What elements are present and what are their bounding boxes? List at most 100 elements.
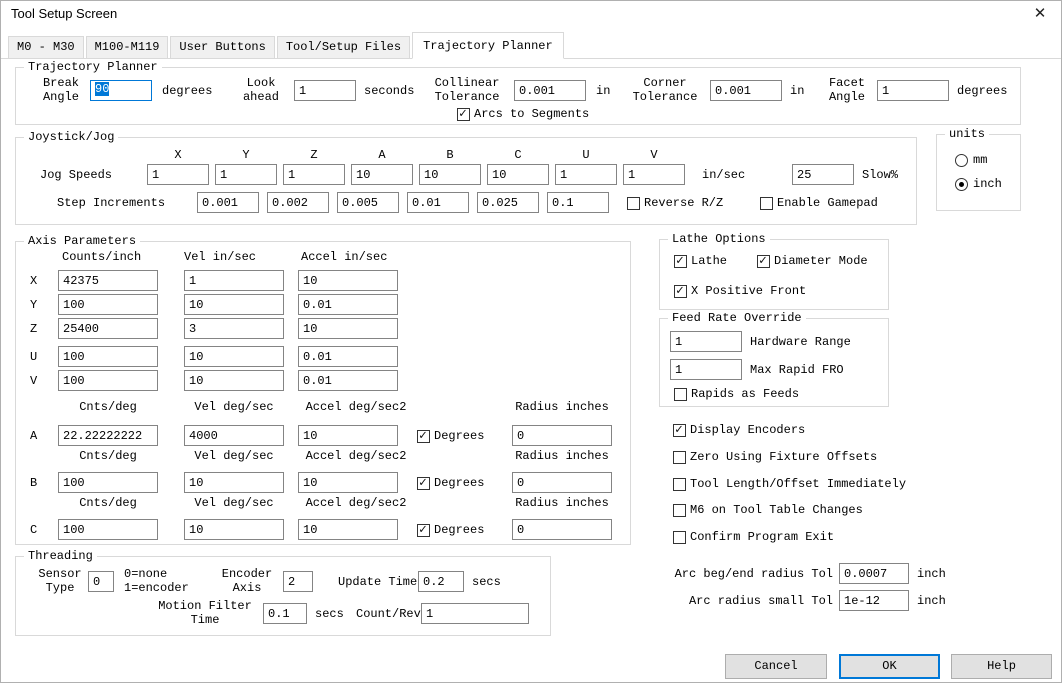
c-radius-input[interactable] [512, 519, 612, 540]
arc-radius-small-tol-input[interactable] [839, 590, 909, 611]
cnts-deg-header: Cnts/deg [79, 449, 137, 463]
c-vel-input[interactable] [184, 519, 284, 540]
checkbox-label: Arcs to Segments [474, 107, 590, 121]
slow-percent-input[interactable] [792, 164, 854, 185]
u-counts-input[interactable] [58, 346, 158, 367]
max-rapid-fro-label: Max Rapid FRO [750, 363, 844, 377]
count-rev-input[interactable] [421, 603, 529, 624]
diameter-mode-checkbox[interactable]: Diameter Mode [757, 253, 868, 268]
jog-speed-u-input[interactable] [555, 164, 617, 185]
rapids-as-feeds-checkbox[interactable]: Rapids as Feeds [674, 387, 799, 401]
z-vel-input[interactable] [184, 318, 284, 339]
v-accel-input[interactable] [298, 370, 398, 391]
cnts-deg-header: Cnts/deg [79, 496, 137, 510]
accel-degsec2-header: Accel deg/sec2 [305, 400, 407, 414]
tab-m0-m30[interactable]: M0 - M30 [8, 36, 84, 59]
update-time-unit: secs [472, 575, 501, 589]
b-radius-input[interactable] [512, 472, 612, 493]
ok-button[interactable]: OK [839, 654, 940, 679]
arc-beg-end-radius-tol-input[interactable] [839, 563, 909, 584]
b-vel-input[interactable] [184, 472, 284, 493]
break-angle-input[interactable]: 90 [90, 80, 152, 101]
facet-angle-input[interactable] [877, 80, 949, 101]
axis-header-a: A [378, 148, 386, 162]
help-button[interactable]: Help [951, 654, 1052, 679]
corner-tolerance-input[interactable] [710, 80, 782, 101]
c-accel-input[interactable] [298, 519, 398, 540]
step-increment-6-input[interactable] [547, 192, 609, 213]
display-encoders-checkbox[interactable]: Display Encoders [673, 422, 805, 437]
step-increment-5-input[interactable] [477, 192, 539, 213]
a-degrees-checkbox[interactable]: Degrees [417, 428, 484, 443]
enable-gamepad-checkbox[interactable]: Enable Gamepad [760, 196, 878, 210]
zero-using-fixture-offsets-checkbox[interactable]: Zero Using Fixture Offsets [673, 450, 877, 464]
radius-inches-header: Radius inches [515, 449, 609, 463]
b-cnts-input[interactable] [58, 472, 158, 493]
v-vel-input[interactable] [184, 370, 284, 391]
encoder-axis-input[interactable] [283, 571, 313, 592]
jog-speed-c-input[interactable] [487, 164, 549, 185]
axis-x-label: X [30, 274, 38, 288]
z-counts-input[interactable] [58, 318, 158, 339]
x-positive-front-checkbox[interactable]: X Positive Front [674, 283, 806, 298]
jog-speed-a-input[interactable] [351, 164, 413, 185]
step-increment-2-input[interactable] [267, 192, 329, 213]
m6-on-tool-table-changes-checkbox[interactable]: M6 on Tool Table Changes [673, 503, 863, 517]
look-ahead-input[interactable] [294, 80, 356, 101]
jog-speed-v-input[interactable] [623, 164, 685, 185]
confirm-program-exit-checkbox[interactable]: Confirm Program Exit [673, 530, 834, 544]
step-increment-3-input[interactable] [337, 192, 399, 213]
arcs-to-segments-checkbox[interactable]: Arcs to Segments [457, 106, 590, 121]
tab-m100-m119[interactable]: M100-M119 [85, 36, 169, 59]
jog-speed-y-input[interactable] [215, 164, 277, 185]
v-counts-input[interactable] [58, 370, 158, 391]
sensor-type-label: Sensor Type [38, 567, 82, 595]
tab-user-buttons[interactable]: User Buttons [170, 36, 275, 59]
b-accel-input[interactable] [298, 472, 398, 493]
u-vel-input[interactable] [184, 346, 284, 367]
collinear-tolerance-input[interactable] [514, 80, 586, 101]
vel-degsec-header: Vel deg/sec [194, 449, 274, 463]
cancel-button[interactable]: Cancel [725, 654, 827, 679]
checkbox-label: Lathe [691, 254, 728, 268]
z-accel-input[interactable] [298, 318, 398, 339]
x-vel-input[interactable] [184, 270, 284, 291]
jog-speed-x-input[interactable] [147, 164, 209, 185]
a-accel-input[interactable] [298, 425, 398, 446]
axis-header-b: B [446, 148, 454, 162]
y-vel-input[interactable] [184, 294, 284, 315]
motion-filter-time-input[interactable] [263, 603, 307, 624]
radio-icon [955, 153, 968, 167]
reverse-rz-checkbox[interactable]: Reverse R/Z [627, 196, 723, 210]
y-accel-input[interactable] [298, 294, 398, 315]
b-degrees-checkbox[interactable]: Degrees [417, 475, 484, 490]
sensor-type-input[interactable] [88, 571, 114, 592]
step-increment-1-input[interactable] [197, 192, 259, 213]
max-rapid-fro-input[interactable] [670, 359, 742, 380]
c-cnts-input[interactable] [58, 519, 158, 540]
jog-speed-z-input[interactable] [283, 164, 345, 185]
x-counts-input[interactable] [58, 270, 158, 291]
u-accel-input[interactable] [298, 346, 398, 367]
close-button[interactable]: ✕ [1029, 3, 1051, 25]
units-inch-radio[interactable]: inch [955, 177, 1002, 191]
a-vel-input[interactable] [184, 425, 284, 446]
tab-tool-setup-files[interactable]: Tool/Setup Files [276, 36, 411, 59]
jog-unit-label: in/sec [702, 168, 746, 182]
tool-length-offset-immediately-checkbox[interactable]: Tool Length/Offset Immediately [673, 477, 906, 491]
units-mm-radio[interactable]: mm [955, 153, 987, 167]
c-degrees-checkbox[interactable]: Degrees [417, 522, 484, 537]
update-time-input[interactable] [418, 571, 464, 592]
hardware-range-input[interactable] [670, 331, 742, 352]
x-accel-input[interactable] [298, 270, 398, 291]
jog-speed-b-input[interactable] [419, 164, 481, 185]
tab-trajectory-planner[interactable]: Trajectory Planner [412, 32, 564, 59]
a-radius-input[interactable] [512, 425, 612, 446]
y-counts-input[interactable] [58, 294, 158, 315]
lathe-checkbox[interactable]: Lathe [674, 253, 728, 268]
trajectory-planner-group: Trajectory Planner Break Angle 90 degree… [15, 60, 1021, 125]
axis-y-label: Y [30, 298, 38, 312]
step-increment-4-input[interactable] [407, 192, 469, 213]
axis-a-label: A [30, 429, 38, 443]
a-cnts-input[interactable] [58, 425, 158, 446]
